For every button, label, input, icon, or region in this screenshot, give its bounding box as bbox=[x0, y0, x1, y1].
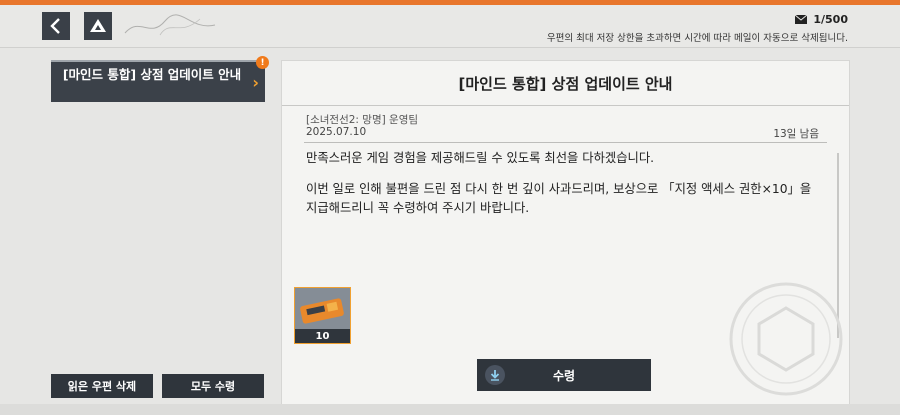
chevron-left-icon bbox=[50, 18, 60, 34]
mail-body-paragraph: 만족스러운 게임 경험을 제공해드릴 수 있도록 최선을 다하겠습니다. bbox=[306, 151, 655, 165]
sidebar-item-mail[interactable]: [마인드 통합] 상점 업데이트 안내 › ! bbox=[51, 56, 269, 102]
mail-detail-panel: [마인드 통합] 상점 업데이트 안내 [소녀전선2: 망명] 운영팀 2025… bbox=[281, 60, 850, 405]
attachment-item[interactable]: 10 bbox=[294, 287, 351, 344]
mail-body: 만족스러운 게임 경험을 제공해드릴 수 있도록 최선을 다하겠습니다. 이번 … bbox=[306, 149, 826, 230]
attachment-quantity: 10 bbox=[295, 329, 350, 343]
alert-badge: ! bbox=[256, 56, 269, 69]
claim-button-label: 수령 bbox=[552, 368, 576, 383]
mail-count-text: 1/500 bbox=[813, 13, 848, 26]
divider bbox=[304, 142, 827, 143]
mail-count: 1/500 bbox=[795, 13, 848, 26]
claim-all-button[interactable]: 모두 수령 bbox=[162, 374, 264, 398]
mail-body-paragraph: 이번 일로 인해 불편을 드린 점 다시 한 번 깊이 사과드리며, 보상으로 … bbox=[306, 182, 812, 215]
access-ticket-icon bbox=[300, 298, 344, 324]
download-icon bbox=[485, 365, 505, 385]
storage-notice: 우편의 최대 저장 상한을 초과하면 시간에 따라 메일이 자동으로 삭제됩니다… bbox=[546, 33, 848, 44]
mail-expiry: 13일 남음 bbox=[773, 128, 819, 140]
delete-read-button[interactable]: 읽은 우편 삭제 bbox=[51, 374, 153, 398]
home-icon bbox=[90, 19, 106, 32]
envelope-icon bbox=[795, 15, 808, 24]
mail-date: 2025.07.10 bbox=[306, 126, 367, 138]
mail-title: [마인드 통합] 상점 업데이트 안내 bbox=[282, 61, 849, 106]
home-button[interactable] bbox=[84, 12, 112, 40]
footer-strip bbox=[0, 404, 900, 415]
claim-button[interactable]: 수령 bbox=[477, 359, 651, 391]
sidebar-item-label: [마인드 통합] 상점 업데이트 안내 bbox=[62, 67, 242, 82]
back-button[interactable] bbox=[42, 12, 70, 40]
decorative-stamp-icon bbox=[729, 282, 843, 396]
chevron-right-icon: › bbox=[252, 73, 259, 92]
header-bar: 1/500 우편의 최대 저장 상한을 초과하면 시간에 따라 메일이 자동으로… bbox=[0, 5, 900, 48]
decorative-scribble-icon bbox=[124, 14, 216, 36]
mail-sender: [소녀전선2: 망명] 운영팀 bbox=[306, 114, 419, 126]
